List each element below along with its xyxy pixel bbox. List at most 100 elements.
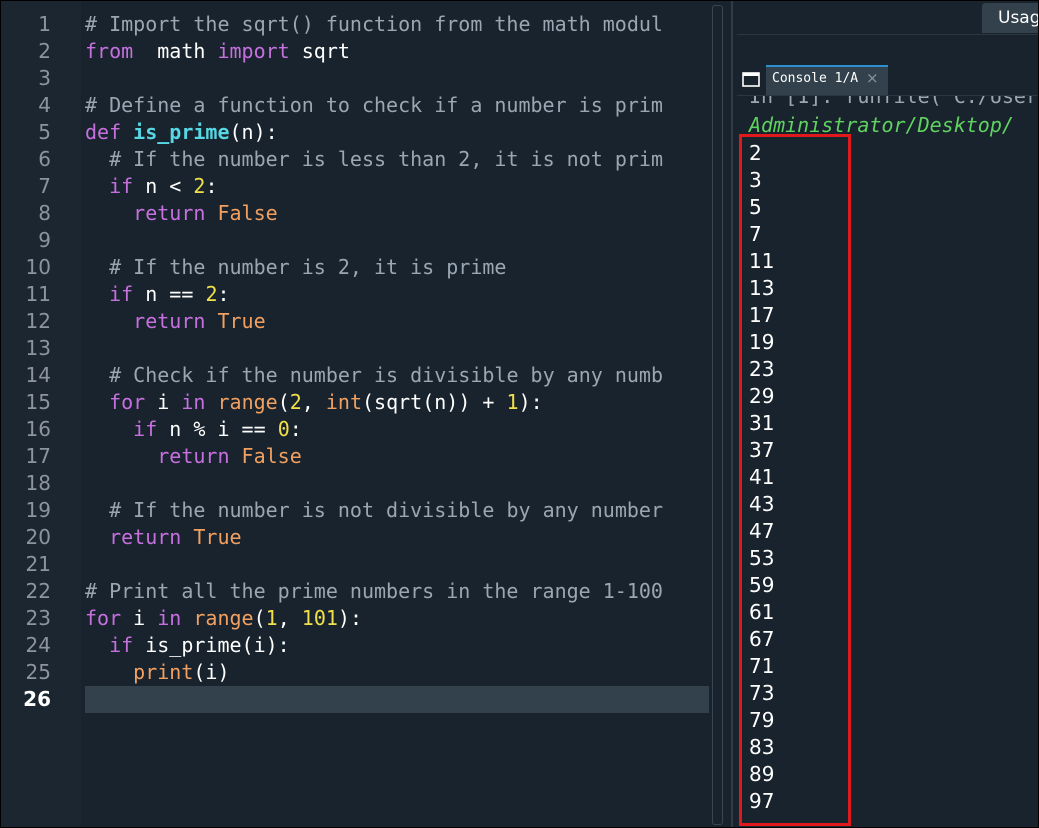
line-number: 12 xyxy=(25,309,51,333)
code-token: range xyxy=(217,390,278,414)
code-line[interactable]: for i in range(1, 101): xyxy=(85,605,362,632)
code-token: ( xyxy=(277,390,290,414)
code-token: in xyxy=(157,606,182,630)
code-token: # Import the sqrt() function from the ma… xyxy=(85,12,663,36)
line-number: 17 xyxy=(25,444,51,468)
code-token: from xyxy=(85,39,134,63)
code-token: is_prime xyxy=(133,120,230,144)
code-token: # Define a function to check if a number… xyxy=(85,93,663,117)
line-number: 18 xyxy=(25,471,51,495)
line-number: 14 xyxy=(25,363,51,387)
code-token: False xyxy=(217,201,278,225)
code-line[interactable]: return True xyxy=(85,524,242,551)
output-highlight-box xyxy=(739,134,851,826)
code-line[interactable]: print(i) xyxy=(85,659,230,686)
line-number: 20 xyxy=(25,525,51,549)
line-number: 2 xyxy=(38,39,51,63)
code-token: n == xyxy=(133,282,206,306)
code-line[interactable]: # If the number is not divisible by any … xyxy=(85,497,663,524)
code-line[interactable]: from math import sqrt xyxy=(85,38,350,65)
line-number: 4 xyxy=(38,93,51,117)
line-number: 11 xyxy=(25,282,51,306)
code-token: int xyxy=(325,390,363,414)
code-line[interactable]: if n == 2: xyxy=(85,281,230,308)
code-token: n < xyxy=(133,174,194,198)
code-token: False xyxy=(241,444,302,468)
code-line[interactable]: # Import the sqrt() function from the ma… xyxy=(85,11,663,38)
code-token: : xyxy=(217,282,230,306)
code-token: n % i == xyxy=(157,417,278,441)
code-token: def xyxy=(85,120,122,144)
tab-console[interactable]: Console 1/A × xyxy=(766,65,888,95)
line-number: 15 xyxy=(25,390,51,414)
code-token: 2 xyxy=(193,174,206,198)
line-number: 25 xyxy=(25,660,51,684)
line-number: 16 xyxy=(25,417,51,441)
code-token: if xyxy=(109,174,134,198)
top-tab-divider xyxy=(737,34,1038,35)
console-window-icon[interactable] xyxy=(742,72,760,87)
code-token: import xyxy=(217,39,290,63)
code-line[interactable]: def is_prime(n): xyxy=(85,119,278,146)
code-token: # If the number is 2, it is prime xyxy=(109,255,507,279)
code-line[interactable]: return False xyxy=(85,443,302,470)
code-token: , xyxy=(301,390,326,414)
code-line[interactable]: # If the number is 2, it is prime xyxy=(85,254,506,281)
code-line[interactable]: if is_prime(i): xyxy=(85,632,290,659)
code-line[interactable]: if n < 2: xyxy=(85,173,217,200)
line-number: 26 xyxy=(23,687,51,711)
code-line[interactable]: # Define a function to check if a number… xyxy=(85,92,663,119)
code-line[interactable]: # If the number is less than 2, it is no… xyxy=(85,146,663,173)
code-token: 2 xyxy=(205,282,218,306)
editor-scrollbar-thumb[interactable] xyxy=(712,5,723,825)
code-token: for xyxy=(109,390,146,414)
code-editor[interactable]: 1 2 3 4 5 6 7 8 9 10 11 12 13 14 15 16 17 18 19 20 21 22 23 24 2… xyxy=(1,1,726,827)
code-token: 1 xyxy=(265,606,278,630)
code-line[interactable]: return False xyxy=(85,200,278,227)
code-token: True xyxy=(193,525,242,549)
code-token: (i) xyxy=(193,660,230,684)
code-token: return xyxy=(157,444,230,468)
code-token: if xyxy=(109,633,134,657)
pane-splitter-line xyxy=(731,1,733,827)
line-number: 7 xyxy=(38,174,51,198)
console-previous-command: In [1]: runfile('C:/Users/ xyxy=(749,96,1039,108)
code-token: (n): xyxy=(229,120,278,144)
line-number: 19 xyxy=(25,498,51,522)
code-line[interactable]: if n % i == 0: xyxy=(85,416,302,443)
code-token: # Check if the number is divisible by an… xyxy=(109,363,663,387)
code-line[interactable]: return True xyxy=(85,308,265,335)
code-line[interactable]: # Print all the prime numbers in the ran… xyxy=(85,578,663,605)
code-line[interactable]: for i in range(2, int(sqrt(n)) + 1): xyxy=(85,389,543,416)
console-tab-label: Console 1/A xyxy=(772,71,859,86)
line-number: 6 xyxy=(38,147,51,171)
line-number: 10 xyxy=(25,255,51,279)
line-number: 8 xyxy=(38,201,51,225)
line-number: 3 xyxy=(38,66,51,90)
code-token: print xyxy=(133,660,194,684)
close-icon[interactable]: × xyxy=(866,69,879,87)
code-area[interactable]: # Import the sqrt() function from the ma… xyxy=(85,1,709,827)
code-token: ( xyxy=(253,606,266,630)
code-token: 1 xyxy=(506,390,519,414)
code-token: return xyxy=(133,309,206,333)
code-line[interactable]: # Check if the number is divisible by an… xyxy=(85,362,663,389)
ide-window: 1 2 3 4 5 6 7 8 9 10 11 12 13 14 15 16 17 18 19 20 21 22 23 24 2… xyxy=(0,0,1039,828)
code-token: is_prime(i): xyxy=(133,633,290,657)
code-token: sqrt xyxy=(289,39,350,63)
tab-usage[interactable]: Usage xyxy=(982,3,1038,33)
code-token: return xyxy=(133,201,206,225)
